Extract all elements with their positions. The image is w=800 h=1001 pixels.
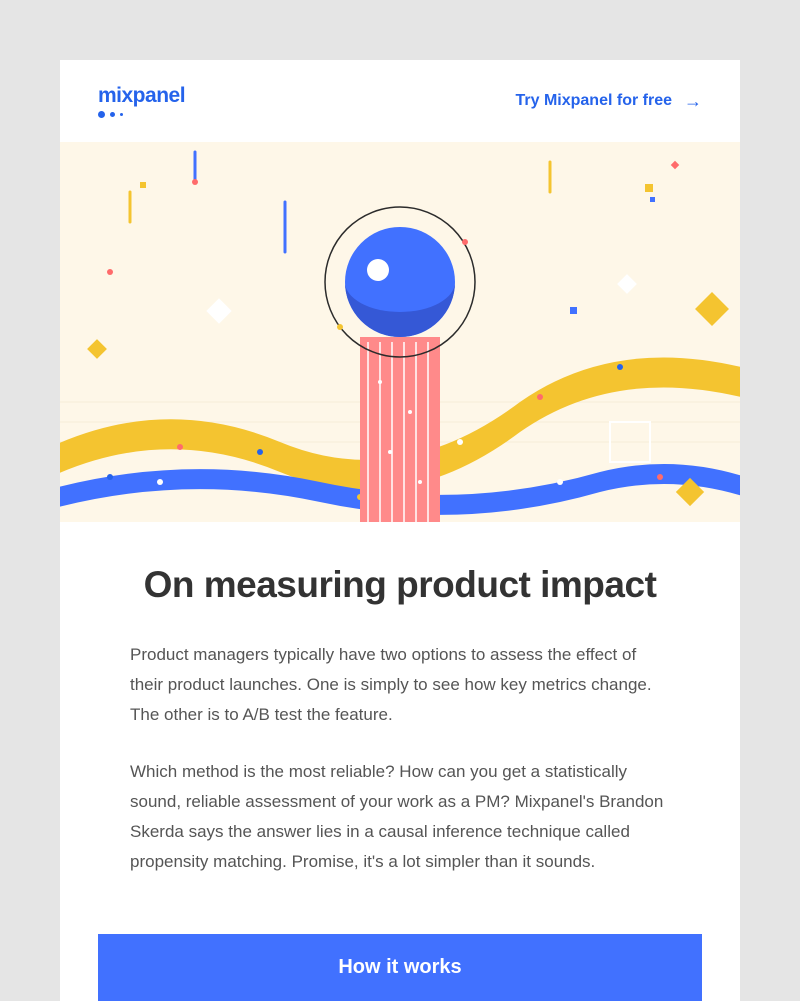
article-title: On measuring product impact (130, 564, 670, 606)
button-container: How it works (60, 934, 740, 1001)
how-it-works-button[interactable]: How it works (98, 934, 702, 1001)
cta-link-label: Try Mixpanel for free (516, 92, 673, 110)
article-content: On measuring product impact Product mana… (60, 522, 740, 934)
article-paragraph-2: Which method is the most reliable? How c… (130, 757, 670, 876)
logo-text: mixpanel (98, 84, 185, 108)
logo-dots (98, 111, 185, 118)
email-container: mixpanel Try Mixpanel for free → (60, 60, 740, 1001)
arrow-right-icon: → (684, 91, 702, 112)
logo[interactable]: mixpanel (98, 84, 185, 118)
header: mixpanel Try Mixpanel for free → (60, 60, 740, 142)
article-paragraph-1: Product managers typically have two opti… (130, 640, 670, 729)
try-free-link[interactable]: Try Mixpanel for free → (516, 91, 703, 112)
hero-illustration (60, 142, 740, 522)
